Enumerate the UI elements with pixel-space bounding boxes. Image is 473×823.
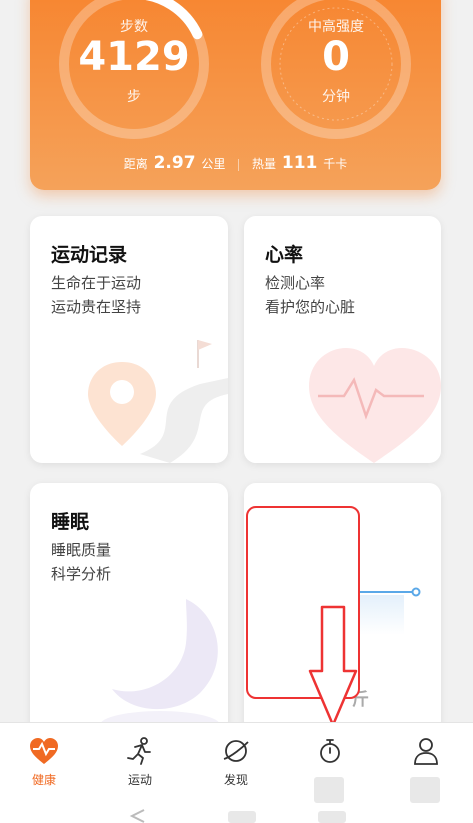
tab-profile[interactable]	[396, 737, 456, 803]
tab-health-label: 健康	[31, 773, 56, 787]
intensity-value: 0	[322, 34, 350, 80]
steps-label: 步数	[120, 19, 148, 35]
steps-value: 4129	[78, 34, 190, 80]
exercise-card-line2: 运动贵在坚持	[51, 298, 142, 316]
nav-back-icon[interactable]	[128, 809, 148, 823]
intensity-unit: 分钟	[322, 89, 350, 105]
route-pin-icon	[88, 340, 228, 463]
sleep-card-title: 睡眠	[51, 511, 90, 533]
calorie-label: 热量	[252, 157, 277, 171]
distance-label: 距离	[123, 157, 148, 171]
intensity-ring[interactable]: 中高强度 0 分钟	[258, 0, 414, 142]
tab-health[interactable]: 健康	[14, 737, 74, 788]
exercise-record-card[interactable]: 运动记录 生命在于运动 运动贵在坚持	[30, 216, 228, 463]
sleep-card-line1: 睡眠质量	[51, 541, 112, 559]
calorie-value: 111	[281, 153, 318, 173]
heart-card-title: 心率	[265, 244, 304, 266]
sleep-card[interactable]: 睡眠 睡眠质量 科学分析	[30, 483, 228, 733]
tab-exercise-label: 运动	[127, 773, 152, 787]
tab-discover[interactable]: 发现	[206, 737, 266, 788]
heart-card-line2: 看护您的心脏	[265, 298, 356, 316]
activity-summary-card[interactable]: 步数 4129 步 中高强度 0 分钟 距离 2.97 公里 热量 111 千卡	[30, 0, 441, 190]
tab-profile-label-blurred	[410, 777, 440, 803]
exercise-card-line1: 生命在于运动	[51, 274, 142, 292]
moon-icon	[100, 599, 220, 733]
nav-recents-blurred[interactable]	[318, 811, 346, 823]
tab-stopwatch[interactable]	[300, 737, 360, 803]
weight-trend-area	[354, 595, 404, 635]
person-icon	[414, 738, 438, 765]
heart-rate-card[interactable]: 心率 检测心率 看护您的心脏	[244, 216, 441, 463]
steps-ring[interactable]: 步数 4129 步	[56, 0, 212, 142]
distance-value: 2.97	[153, 153, 196, 173]
heart-card-line1: 检测心率	[265, 274, 326, 292]
calorie-unit: 千卡	[323, 157, 348, 171]
tab-discover-label: 发现	[223, 773, 248, 787]
exercise-card-title: 运动记录	[51, 244, 128, 266]
planet-icon	[223, 740, 249, 762]
distance-unit: 公里	[201, 157, 226, 171]
tab-exercise[interactable]: 运动	[110, 737, 170, 788]
sleep-card-line2: 科学分析	[51, 565, 112, 583]
tab-stopwatch-label-blurred	[314, 777, 344, 803]
summary-stats-row: 距离 2.97 公里 热量 111 千卡	[30, 153, 441, 173]
annotation-down-arrow-icon	[308, 605, 358, 727]
steps-unit: 步	[127, 89, 141, 105]
stopwatch-icon	[320, 739, 340, 763]
intensity-label: 中高强度	[308, 19, 364, 35]
bottom-tab-bar: 健康 运动 发现	[0, 722, 473, 823]
stats-divider	[238, 158, 240, 171]
heart-icon	[309, 348, 441, 463]
running-icon	[127, 737, 151, 765]
nav-home-blurred[interactable]	[228, 811, 256, 823]
heart-pulse-icon	[30, 738, 58, 764]
